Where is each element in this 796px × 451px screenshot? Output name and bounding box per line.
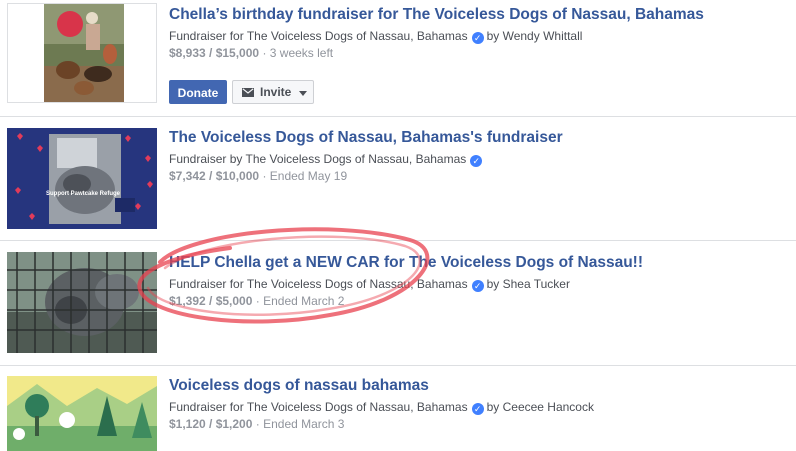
verified-badge-icon: ✓ <box>470 155 483 167</box>
invite-button[interactable]: Invite <box>232 80 314 104</box>
fundraiser-row-2: Support Pawtcake Refuge The Voiceless Do… <box>0 117 796 240</box>
fundraiser-info-1: Chella’s birthday fundraiser for The Voi… <box>169 6 704 61</box>
fundraiser-beneficiary-4[interactable]: Fundraiser for The Voiceless Dogs of Nas… <box>169 400 468 414</box>
caret-down-icon <box>299 91 307 96</box>
fundraiser-title-4[interactable]: Voiceless dogs of nassau bahamas <box>169 377 594 395</box>
fundraiser-subtitle-1: Fundraiser for The Voiceless Dogs of Nas… <box>169 28 704 44</box>
woman-with-dogs-photo <box>44 4 124 102</box>
fundraiser-organizer-4[interactable]: by Ceecee Hancock <box>487 400 594 414</box>
dog-in-cage-photo <box>7 252 157 353</box>
fundraiser-info-2: The Voiceless Dogs of Nassau, Bahamas's … <box>169 129 563 184</box>
fundraiser-organizer-3[interactable]: by Shea Tucker <box>487 277 570 291</box>
fundraiser-beneficiary-1[interactable]: Fundraiser for The Voiceless Dogs of Nas… <box>169 29 468 43</box>
thumbnail-caption: Support Pawtcake Refuge <box>46 191 121 197</box>
fundraiser-beneficiary-3[interactable]: Fundraiser for The Voiceless Dogs of Nas… <box>169 277 468 291</box>
fundraiser-status-3: · Ended March 2 <box>255 294 345 308</box>
fundraiser-progress-3: $1,392 / $5,000 · Ended March 2 <box>169 293 643 309</box>
forest-illustration <box>7 376 157 451</box>
fundraiser-title-1[interactable]: Chella’s birthday fundraiser for The Voi… <box>169 6 704 24</box>
invite-button-label: Invite <box>260 85 292 99</box>
fundraiser-amount-1: $8,933 / $15,000 <box>169 46 260 60</box>
fundraiser-amount-2: $7,342 / $10,000 <box>169 169 260 183</box>
fundraiser-amount-3: $1,392 / $5,000 <box>169 294 253 308</box>
fundraiser-info-4: Voiceless dogs of nassau bahamas Fundrai… <box>169 377 594 432</box>
fundraiser-progress-1: $8,933 / $15,000 · 3 weeks left <box>169 45 704 61</box>
verified-badge-icon: ✓ <box>471 280 484 292</box>
fundraiser-title-3[interactable]: HELP Chella get a NEW CAR for The Voicel… <box>169 254 643 272</box>
fundraiser-amount-4: $1,120 / $1,200 <box>169 417 253 431</box>
fundraiser-info-3: HELP Chella get a NEW CAR for The Voicel… <box>169 254 643 309</box>
donate-button[interactable]: Donate <box>169 80 227 104</box>
fundraiser-subtitle-2: Fundraiser by The Voiceless Dogs of Nass… <box>169 151 563 167</box>
fundraiser-status-1: · 3 weeks left <box>262 46 334 60</box>
fundraiser-organizer-1[interactable]: by Wendy Whittall <box>487 29 583 43</box>
fundraiser-row-1: Chella’s birthday fundraiser for The Voi… <box>0 0 796 116</box>
verified-badge-icon: ✓ <box>471 403 484 415</box>
fundraiser-thumbnail-2[interactable]: Support Pawtcake Refuge <box>7 128 157 229</box>
fundraiser-thumbnail-4[interactable] <box>7 376 157 451</box>
verified-badge-icon: ✓ <box>471 32 484 44</box>
fundraiser-thumbnail-3[interactable] <box>7 252 157 353</box>
fundraiser-status-2: · Ended May 19 <box>262 169 348 183</box>
fundraiser-beneficiary-2[interactable]: Fundraiser by The Voiceless Dogs of Nass… <box>169 152 466 166</box>
fundraiser-progress-4: $1,120 / $1,200 · Ended March 3 <box>169 416 594 432</box>
fundraiser-subtitle-3: Fundraiser for The Voiceless Dogs of Nas… <box>169 276 643 292</box>
fundraiser-status-4: · Ended March 3 <box>255 417 345 431</box>
fundraiser-row-3: HELP Chella get a NEW CAR for The Voicel… <box>0 241 796 365</box>
fundraiser-title-2[interactable]: The Voiceless Dogs of Nassau, Bahamas's … <box>169 129 563 147</box>
support-refuge-graphic <box>7 128 157 229</box>
envelope-icon <box>242 88 254 97</box>
fundraiser-thumbnail-1[interactable] <box>7 3 157 103</box>
fundraiser-subtitle-4: Fundraiser for The Voiceless Dogs of Nas… <box>169 399 594 415</box>
fundraiser-row-4: Voiceless dogs of nassau bahamas Fundrai… <box>0 366 796 451</box>
fundraiser-progress-2: $7,342 / $10,000 · Ended May 19 <box>169 168 563 184</box>
